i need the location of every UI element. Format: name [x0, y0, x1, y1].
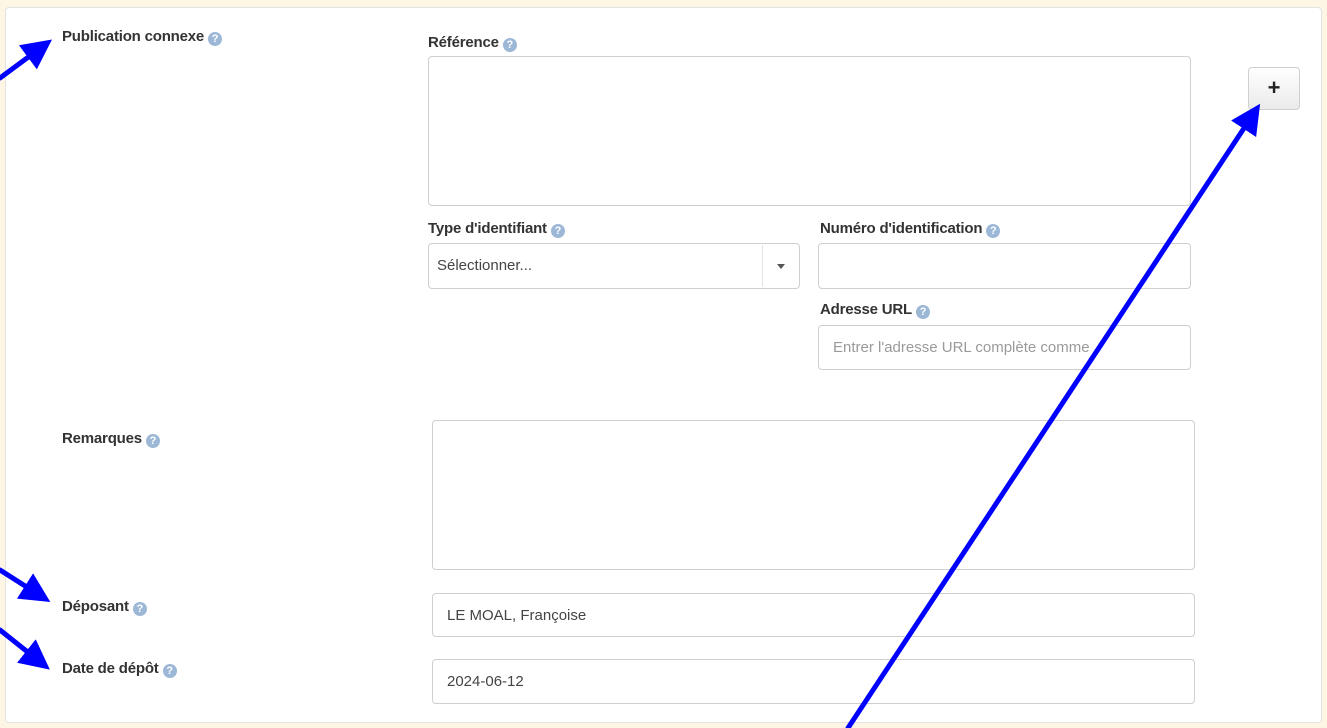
identifier-type-label: Type d'identifiant? — [428, 220, 565, 238]
reference-label: Référence? — [428, 34, 517, 52]
help-icon[interactable]: ? — [916, 305, 930, 319]
help-icon[interactable]: ? — [208, 32, 223, 46]
reference-textarea[interactable] — [428, 56, 1191, 206]
identification-number-label-text: Numéro d'identification — [820, 220, 983, 237]
url-input[interactable] — [818, 325, 1191, 370]
related-publication-label: Publication connexe? — [62, 28, 223, 46]
identification-number-input[interactable] — [818, 243, 1191, 289]
identifier-type-select[interactable]: Sélectionner... — [428, 243, 800, 289]
deposit-date-label: Date de dépôt? — [62, 660, 177, 678]
help-icon[interactable]: ? — [162, 664, 177, 678]
remarks-textarea[interactable] — [432, 420, 1195, 570]
help-icon[interactable]: ? — [986, 224, 1001, 238]
identification-number-label: Numéro d'identification? — [820, 220, 1001, 238]
depositor-label-text: Déposant — [62, 598, 129, 615]
deposit-date-label-text: Date de dépôt — [62, 660, 159, 677]
caret-down-icon — [777, 264, 785, 269]
help-icon[interactable]: ? — [145, 434, 160, 448]
depositor-label: Déposant? — [62, 598, 147, 616]
reference-label-text: Référence — [428, 34, 499, 51]
related-publication-label-text: Publication connexe — [62, 28, 205, 45]
help-icon[interactable]: ? — [550, 224, 565, 238]
depositor-input[interactable] — [432, 593, 1195, 637]
remarks-label: Remarques? — [62, 430, 160, 448]
identifier-type-selected: Sélectionner... — [437, 257, 533, 274]
help-icon[interactable]: ? — [502, 38, 517, 52]
select-divider — [762, 245, 763, 287]
remarks-label-text: Remarques — [62, 430, 142, 447]
identifier-type-label-text: Type d'identifiant — [428, 220, 547, 237]
url-label: Adresse URL? — [820, 301, 930, 319]
deposit-date-input[interactable] — [432, 659, 1195, 704]
url-label-text: Adresse URL — [820, 301, 912, 318]
help-icon[interactable]: ? — [132, 602, 147, 616]
add-publication-button[interactable]: + — [1248, 67, 1300, 110]
